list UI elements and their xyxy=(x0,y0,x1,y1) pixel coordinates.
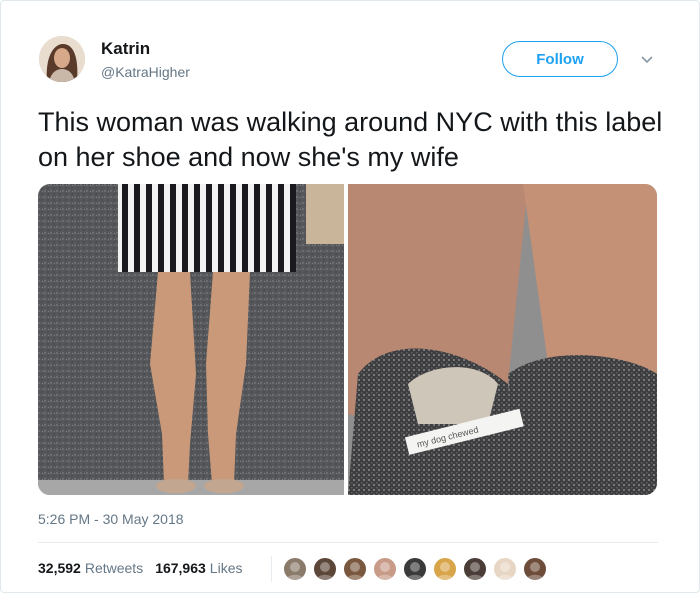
tweet-timestamp[interactable]: 5:26 PM - 30 May 2018 xyxy=(38,511,184,527)
retweets-stat[interactable]: 32,592 Retweets xyxy=(38,560,143,576)
stats-divider xyxy=(38,542,658,543)
tweet-text: This woman was walking around NYC with t… xyxy=(38,107,663,172)
chevron-down-icon[interactable] xyxy=(639,51,655,67)
liker-avatar-icon[interactable] xyxy=(282,556,308,582)
liker-avatar-icon[interactable] xyxy=(402,556,428,582)
retweets-label: Retweets xyxy=(84,560,144,576)
likes-stat[interactable]: 167,963 Likes xyxy=(155,560,242,576)
liker-avatar-icon[interactable] xyxy=(432,556,458,582)
liker-avatar-icon[interactable] xyxy=(522,556,548,582)
liker-avatar-icon[interactable] xyxy=(492,556,518,582)
legs-photo[interactable] xyxy=(38,184,344,495)
avatar-photo-icon xyxy=(39,36,85,82)
likes-label: Likes xyxy=(209,560,243,576)
tweet-stats: 32,592 Retweets 167,963 Likes xyxy=(38,560,242,576)
tweet-media[interactable]: my dog chewed xyxy=(38,184,657,495)
liker-avatar-icon[interactable] xyxy=(342,556,368,582)
author-name[interactable]: Katrin xyxy=(101,39,150,59)
liker-avatar-icon[interactable] xyxy=(462,556,488,582)
retweets-count: 32,592 xyxy=(38,560,81,576)
liker-avatar-icon[interactable] xyxy=(372,556,398,582)
author-avatar[interactable] xyxy=(39,36,85,82)
tweet-card: Katrin @KatraHigher Follow This woman wa… xyxy=(0,0,700,593)
likers-divider xyxy=(271,556,272,582)
shoes-photo[interactable]: my dog chewed xyxy=(348,184,657,495)
author-handle[interactable]: @KatraHigher xyxy=(101,64,190,80)
likes-count: 167,963 xyxy=(155,560,206,576)
liker-avatar-icon[interactable] xyxy=(312,556,338,582)
follow-button[interactable]: Follow xyxy=(502,41,618,77)
